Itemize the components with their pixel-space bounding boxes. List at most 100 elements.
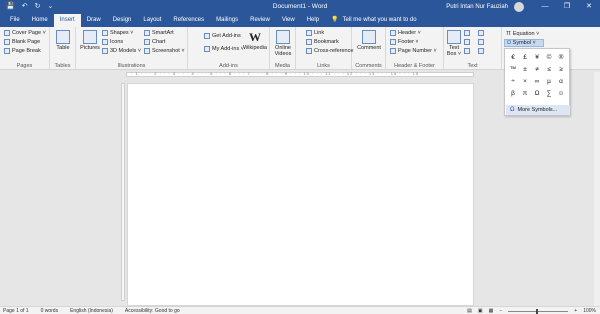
page-break-button[interactable]: Page Break (4, 48, 41, 54)
group-pages: Cover Page ˅ Blank Page Page Break Pages (0, 27, 50, 70)
vertical-scrollbar[interactable] (594, 72, 600, 306)
minimize-button[interactable]: — (534, 0, 556, 14)
language-indicator[interactable]: English (Indonesia) (70, 308, 113, 314)
group-label-text: Text (467, 63, 478, 69)
save-icon[interactable]: 💾 (6, 0, 15, 14)
zoom-level[interactable]: 100% (583, 308, 596, 314)
print-layout-icon[interactable]: ▣ (478, 308, 483, 314)
symbol-alpha[interactable]: α (555, 76, 567, 88)
tab-draw[interactable]: Draw (81, 14, 107, 27)
web-layout-icon[interactable]: ▦ (489, 308, 494, 314)
object-button[interactable] (478, 48, 484, 54)
link-button[interactable]: Link (306, 30, 324, 36)
symbol-plus-minus[interactable]: ± (519, 64, 531, 76)
3d-models-button[interactable]: 3D Models ˅ (102, 48, 141, 54)
tab-review[interactable]: Review (244, 14, 276, 27)
restore-button[interactable]: ❐ (556, 0, 578, 14)
symbol-euro[interactable]: € (507, 52, 519, 64)
symbol-beta[interactable]: β (507, 88, 519, 100)
my-addins-button[interactable]: My Add-ins ˅ (204, 46, 244, 52)
symbol-multiply[interactable]: × (519, 76, 531, 88)
smartart-button[interactable]: SmartArt (144, 30, 174, 36)
close-button[interactable]: ✕ (578, 0, 600, 14)
tab-insert[interactable]: Insert (53, 14, 81, 27)
equation-button[interactable]: π Equation ˅ (506, 30, 539, 37)
avatar[interactable] (514, 2, 524, 12)
zoom-slider-thumb[interactable] (536, 308, 539, 314)
wordart-button[interactable] (464, 39, 470, 45)
symbol-less-equal[interactable]: ≤ (543, 64, 555, 76)
word-count[interactable]: 0 words (41, 308, 59, 314)
table-button[interactable]: Table (54, 30, 72, 51)
symbol-smiley[interactable]: ☺ (555, 88, 567, 100)
more-symbols-button[interactable]: Ω More Symbols... (506, 105, 570, 115)
zoom-slider[interactable] (508, 308, 569, 314)
signature-line-button[interactable] (478, 30, 484, 36)
zoom-out-button[interactable]: − (499, 308, 502, 314)
blank-page-icon (4, 39, 10, 45)
online-videos-button[interactable]: Online Videos (272, 30, 294, 57)
ribbon-tabs: File Home Insert Draw Design Layout Refe… (0, 14, 600, 27)
undo-icon[interactable]: ↶ (22, 0, 28, 14)
symbol-greater-equal[interactable]: ≥ (555, 64, 567, 76)
horizontal-ruler[interactable]: · 1 · · · 2 · · · 3 · · · 4 · · · 5 · · … (126, 71, 474, 77)
symbol-trademark[interactable]: ™ (507, 64, 519, 76)
redo-icon[interactable]: ↻ (35, 0, 41, 14)
symbol-divide[interactable]: ÷ (507, 76, 519, 88)
symbol-registered[interactable]: ® (555, 52, 567, 64)
shapes-button[interactable]: Shapes ˅ (102, 30, 133, 36)
bookmark-button[interactable]: Bookmark (306, 39, 339, 45)
zoom-in-button[interactable]: + (574, 308, 577, 314)
group-label-comments: Comments (355, 63, 382, 69)
symbol-yen[interactable]: ¥ (531, 52, 543, 64)
group-label-media: Media (275, 63, 290, 69)
symbol-pi[interactable]: π (519, 88, 531, 100)
page-break-icon (4, 48, 10, 54)
tell-me-search[interactable]: 💡 Tell me what you want to do (331, 14, 417, 27)
vertical-ruler[interactable] (121, 83, 125, 301)
cover-page-button[interactable]: Cover Page ˅ (4, 30, 46, 36)
tab-help[interactable]: Help (301, 14, 325, 27)
icons-button[interactable]: Icons (102, 39, 123, 45)
header-button[interactable]: Header ˅ (390, 30, 421, 36)
chart-button[interactable]: Chart (144, 39, 165, 45)
symbol-button[interactable]: Ω Symbol ˅ (504, 39, 544, 47)
screenshot-button[interactable]: Screenshot ˅ (144, 48, 185, 54)
group-tables: Table Tables (50, 27, 76, 70)
accessibility-status[interactable]: Accessibility: Good to go (125, 308, 180, 314)
tab-file[interactable]: File (4, 14, 26, 27)
group-label-header-footer: Header & Footer (394, 63, 435, 69)
symbol-infinity[interactable]: ∞ (531, 76, 543, 88)
tab-layout[interactable]: Layout (137, 14, 167, 27)
user-name[interactable]: Putri Intan Nur Fauziah (446, 4, 508, 10)
drop-cap-button[interactable] (464, 48, 470, 54)
symbol-copyright[interactable]: © (543, 52, 555, 64)
wikipedia-button[interactable]: W Wikipedia (242, 30, 268, 51)
tab-view[interactable]: View (276, 14, 301, 27)
symbol-sum[interactable]: ∑ (543, 88, 555, 100)
symbol-ohm[interactable]: Ω (531, 88, 543, 100)
tab-references[interactable]: References (167, 14, 210, 27)
tab-design[interactable]: Design (107, 14, 138, 27)
quick-parts-button[interactable] (464, 30, 470, 36)
text-box-button[interactable]: Text Box ˅ (446, 30, 462, 57)
document-page[interactable] (127, 83, 474, 306)
blank-page-button[interactable]: Blank Page (4, 39, 40, 45)
symbol-pound[interactable]: £ (519, 52, 531, 64)
customize-qat-icon[interactable]: ⌄ (47, 0, 53, 14)
pictures-button[interactable]: Pictures (80, 30, 100, 51)
page-number-button[interactable]: Page Number ˅ (390, 48, 437, 54)
tab-mailings[interactable]: Mailings (210, 14, 244, 27)
symbol-not-equal[interactable]: ≠ (531, 64, 543, 76)
read-mode-icon[interactable]: ▤ (467, 308, 472, 314)
get-addins-button[interactable]: Get Add-ins (204, 33, 241, 39)
page-count[interactable]: Page 1 of 1 (3, 308, 29, 314)
symbol-micro[interactable]: µ (543, 76, 555, 88)
status-bar: Page 1 of 1 0 words English (Indonesia) … (0, 306, 600, 314)
quick-access-toolbar: 💾 ↶ ↻ ⌄ (0, 0, 53, 14)
comment-button[interactable]: Comment (354, 30, 384, 51)
footer-button[interactable]: Footer ˅ (390, 39, 419, 45)
tab-home[interactable]: Home (26, 14, 54, 27)
date-time-button[interactable] (478, 39, 484, 45)
cross-reference-button[interactable]: Cross-reference (306, 48, 353, 54)
